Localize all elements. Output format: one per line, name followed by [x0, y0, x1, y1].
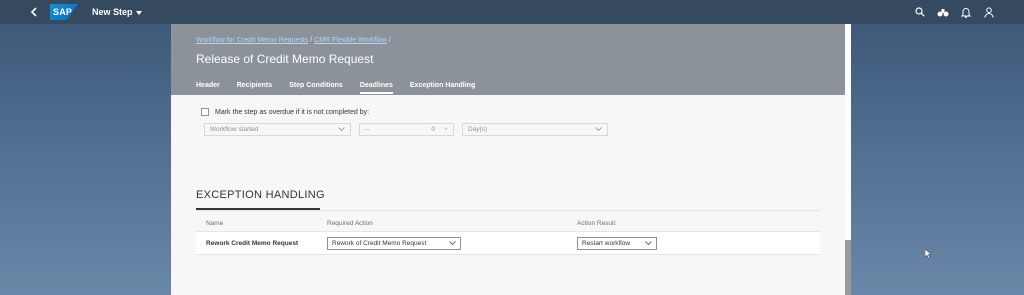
breadcrumb-link-workflow[interactable]: Workflow for Credit Memo Requests [196, 37, 308, 44]
overdue-label: Mark the step as overdue if it is not co… [215, 108, 370, 116]
event-select-value: Workflow started [210, 126, 259, 133]
row-name: Rework Credit Memo Request [206, 240, 299, 247]
column-header-required-action: Required Action [327, 220, 373, 227]
action-result-value: Restart workflow [582, 240, 631, 247]
stepper-minus-button[interactable]: — [360, 126, 374, 133]
table-header: Name Required Action Action Result [196, 217, 820, 231]
tab-recipients[interactable]: Recipients [237, 82, 272, 94]
unit-select-value: Day(s) [468, 126, 488, 133]
breadcrumb: Workflow for Credit Memo Requests / CMR … [196, 37, 391, 44]
unit-select[interactable]: Day(s) [462, 123, 608, 136]
bell-icon[interactable] [958, 5, 973, 20]
section-divider [196, 210, 820, 211]
tab-exception-handling[interactable]: Exception Handling [410, 82, 475, 94]
search-icon[interactable] [912, 5, 927, 20]
chevron-down-icon [449, 240, 456, 247]
page-content: Mark the step as overdue if it is not co… [171, 95, 845, 295]
chevron-down-icon [135, 7, 142, 17]
user-icon[interactable] [981, 5, 996, 20]
binoculars-icon[interactable] [935, 5, 950, 20]
required-action-select[interactable]: Rework of Credit Memo Request [327, 237, 461, 250]
scrollbar-thumb[interactable] [845, 240, 851, 295]
mouse-cursor-icon [924, 248, 932, 261]
app-title: New Step [92, 7, 133, 17]
page-title: Release of Credit Memo Request [196, 52, 374, 66]
object-header: Workflow for Credit Memo Requests / CMR … [171, 24, 845, 95]
sap-logo: SAP [50, 4, 78, 20]
column-header-action-result: Action Result [577, 220, 616, 227]
duration-stepper[interactable]: — 0 + [359, 123, 454, 136]
chevron-down-icon [338, 126, 345, 133]
breadcrumb-link-cmr[interactable]: CMR Flexible Workflow [314, 37, 387, 44]
overdue-checkbox[interactable] [201, 108, 209, 116]
stepper-value[interactable]: 0 [374, 126, 439, 133]
tab-step-conditions[interactable]: Step Conditions [289, 82, 343, 94]
tab-bar: Header Recipients Step Conditions Deadli… [196, 82, 475, 94]
chevron-down-icon [595, 126, 602, 133]
table-row: Rework Credit Memo Request Rework of Cre… [196, 231, 820, 255]
event-select[interactable]: Workflow started [204, 123, 351, 136]
object-page: Workflow for Credit Memo Requests / CMR … [171, 24, 851, 295]
shell-bar: SAP New Step [0, 0, 1024, 24]
app-title-menu[interactable]: New Step [92, 7, 142, 17]
section-title: EXCEPTION HANDLING [196, 189, 325, 201]
required-action-value: Rework of Credit Memo Request [332, 240, 427, 247]
column-header-name: Name [206, 220, 224, 227]
overdue-option: Mark the step as overdue if it is not co… [201, 108, 369, 116]
back-icon[interactable] [22, 0, 46, 24]
action-result-select[interactable]: Restart workflow [577, 237, 657, 250]
stepper-plus-button[interactable]: + [439, 126, 453, 133]
chevron-down-icon [645, 240, 652, 247]
tab-header[interactable]: Header [196, 82, 220, 94]
tab-deadlines[interactable]: Deadlines [359, 82, 393, 94]
